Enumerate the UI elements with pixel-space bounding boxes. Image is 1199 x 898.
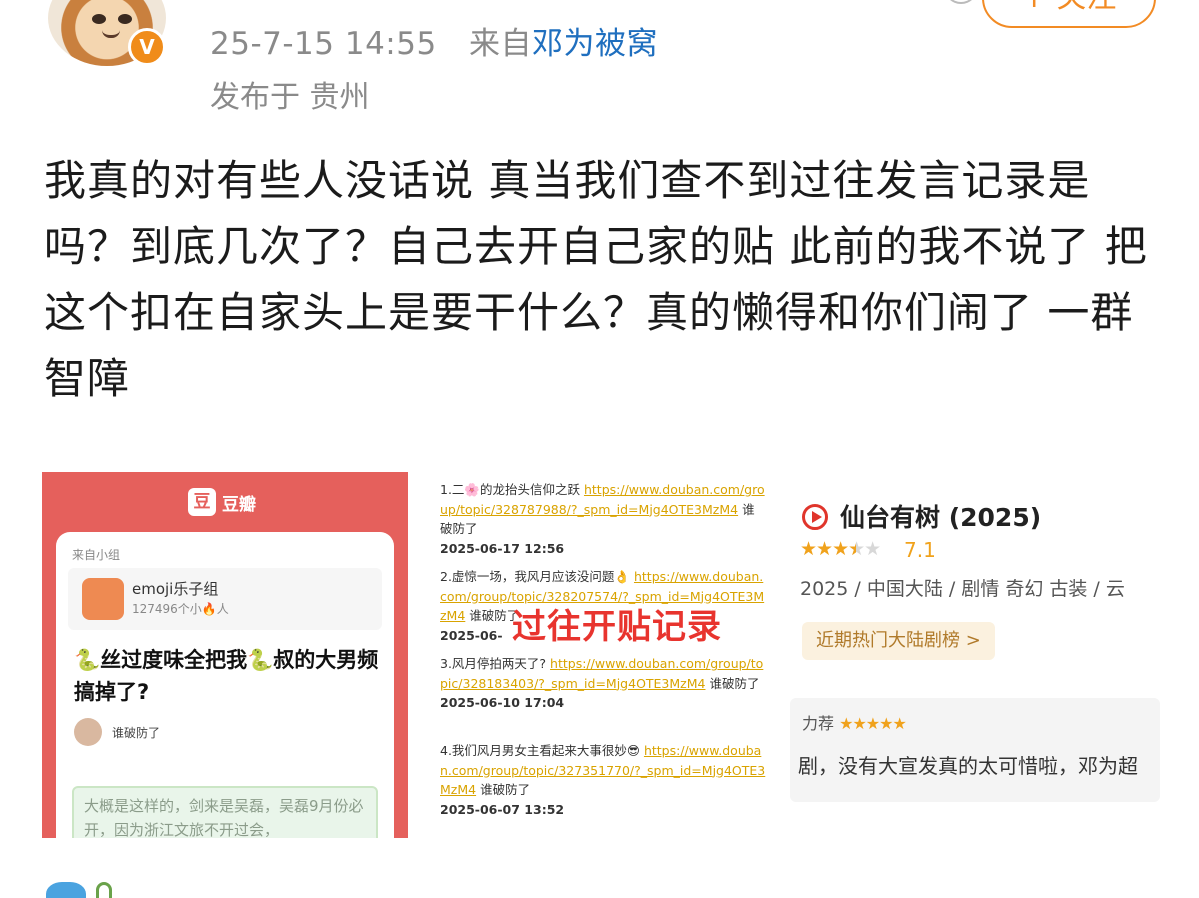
rating-score: 7.1 — [904, 538, 936, 562]
poster-name: 谁破防了 — [112, 726, 161, 740]
group-icon — [82, 578, 124, 620]
douban-post-card: 来自小组 emoji乐子组 127496个小🔥人 🐍丝过度味全把我🐍叔的大男频搞… — [56, 532, 394, 838]
entry-date: 2025-06-07 13:52 — [440, 801, 565, 817]
entry-date: 2025-06-10 17:04 — [440, 695, 565, 710]
group-count: 127496个小🔥人 — [132, 602, 229, 616]
entry-date: 2025-06-17 12:56 — [440, 540, 565, 556]
group-name: emoji乐子组 — [132, 580, 219, 598]
entry-title: 3.风月停拍两天了? — [440, 656, 551, 671]
entry-title: 2.虚惊一场，我风月应该没问题👌 — [440, 569, 634, 584]
entry-title: 4.我们风月男女主看起来大事很妙😎 — [440, 743, 644, 758]
record-stamp-overlay: 过往开贴记录 — [512, 607, 722, 647]
group-info: emoji乐子组 127496个小🔥人 — [68, 568, 382, 630]
post-location: 发布于 贵州 — [210, 80, 370, 115]
douban-app-name: 豆瓣 — [222, 494, 256, 515]
verified-badge-icon: V — [128, 28, 166, 66]
douban-post-title: 🐍丝过度味全把我🐍叔的大男频搞掉了? — [74, 648, 379, 704]
douban-app-icon: 豆 — [188, 488, 216, 516]
rating-stars: ★★★★★★ — [800, 538, 881, 560]
more-icon[interactable] — [944, 0, 978, 4]
poster-avatar — [74, 718, 102, 746]
rank-link[interactable]: 近期热门大陆剧榜 > — [802, 622, 995, 660]
butterfly-icon — [42, 878, 122, 898]
list-item: 1.二🌸的龙抬头信仰之跃 https://www.douban.com/grou… — [440, 480, 766, 558]
entry-date: 2025-06- — [440, 627, 503, 643]
post-meta: 25-7-15 14:55 来自邓为被窝 — [210, 18, 658, 63]
drama-title: 仙台有树 (2025) — [840, 503, 1042, 532]
list-item: 4.我们风月男女主看起来大事很妙😎 https://www.douban.com… — [440, 741, 766, 819]
play-icon — [802, 504, 828, 530]
entry-title: 1.二🌸的龙抬头信仰之跃 — [440, 482, 584, 497]
entry-user: 谁破防了 — [476, 782, 531, 797]
review-stars: ★★★★★ — [839, 714, 907, 733]
source-link[interactable]: 邓为被窝 — [532, 26, 658, 62]
source-prefix: 来自 — [469, 26, 533, 62]
review-text: 剧，没有大宣发真的太可惜啦，邓为超 — [798, 754, 1138, 778]
drama-info: 2025 / 中国大陆 / 剧情 奇幻 古装 / 云 — [800, 578, 1125, 600]
list-item: 3.风月停拍两天了? https://www.douban.com/group/… — [440, 654, 766, 713]
post-time: 25-7-15 14:55 — [210, 26, 437, 62]
post-image-douban-card[interactable]: 豆 豆瓣 来自小组 emoji乐子组 127496个小🔥人 🐍丝过度味全把我🐍叔… — [42, 472, 408, 838]
post-text: 我真的对有些人没话说 真当我们查不到过往发言记录是吗？到底几次了？自己去开自己家… — [44, 156, 1148, 403]
douban-post-quote: 大概是这样的，剑来是吴磊，吴磊9月份必开，因为浙江文旅不开过会， — [72, 786, 378, 838]
post-image-drama-card[interactable]: 仙台有树 (2025) ★★★★★★ 7.1 2025 / 中国大陆 / 剧情 … — [788, 472, 1160, 812]
review-box: 力荐 ★★★★★ 剧，没有大宣发真的太可惜啦，邓为超 — [790, 698, 1160, 802]
review-label: 力荐 ★★★★★ — [802, 710, 907, 734]
douban-logo: 豆 豆瓣 — [188, 486, 256, 518]
review-rating-label: 力荐 — [802, 714, 835, 733]
entry-user: 谁破防了 — [705, 675, 760, 691]
post-image-record-list[interactable]: 1.二🌸的龙抬头信仰之跃 https://www.douban.com/grou… — [432, 472, 768, 838]
from-group-label: 来自小组 — [72, 548, 121, 562]
follow-button[interactable]: + 关注 — [982, 0, 1156, 28]
